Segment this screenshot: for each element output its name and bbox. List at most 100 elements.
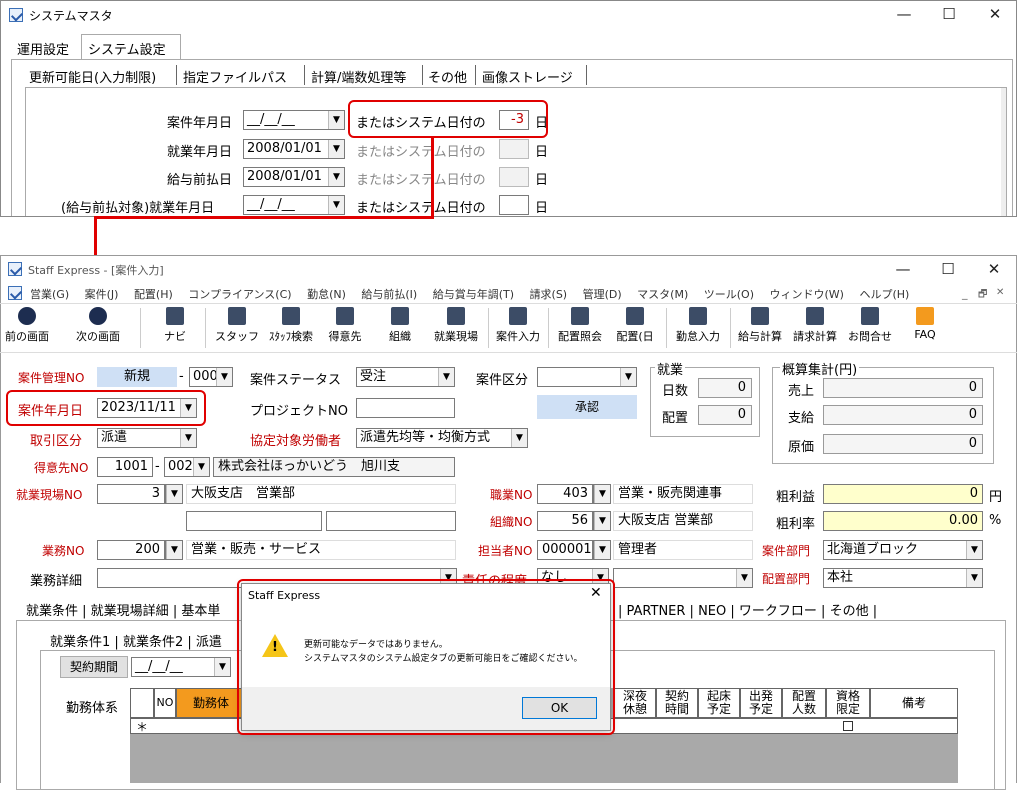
- billing-calc-button[interactable]: 請求計算: [789, 307, 841, 349]
- work-site-label: 就業現場: [434, 330, 478, 343]
- minimize-button[interactable]: —: [880, 256, 926, 284]
- subtab-calc[interactable]: 計算/端数処理等: [311, 67, 406, 86]
- site-dropdown[interactable]: ▼: [165, 484, 183, 504]
- work-site-button[interactable]: 就業現場: [428, 307, 484, 349]
- project-input[interactable]: [356, 398, 455, 418]
- case-date-select[interactable]: __/__/__ ▼: [243, 110, 345, 130]
- job-no-input[interactable]: 403: [537, 484, 593, 504]
- staff-no-input[interactable]: 000001: [537, 540, 593, 560]
- menu-attendance[interactable]: 勤怠(N): [307, 288, 346, 301]
- mdi-restore-button[interactable]: 🗗: [978, 287, 987, 304]
- case-branch-select[interactable]: 000 ▼: [189, 367, 233, 387]
- back-button[interactable]: 前の画面: [4, 307, 50, 349]
- menu-assign[interactable]: 配置(H): [134, 288, 173, 301]
- tab-employment-conditions[interactable]: 就業条件: [26, 604, 78, 619]
- tab-workflow[interactable]: ワークフロー: [739, 604, 817, 619]
- work-date-select[interactable]: 2008/01/01 ▼: [243, 139, 345, 159]
- case-entry-button[interactable]: 案件入力: [492, 307, 544, 349]
- work-no-input[interactable]: 200: [97, 540, 165, 560]
- chevron-down-icon: ▼: [594, 541, 610, 559]
- menu-billing[interactable]: 請求(S): [530, 288, 568, 301]
- trade-select[interactable]: 派遣 ▼: [97, 428, 197, 448]
- advance-work-date-offset-input[interactable]: [499, 195, 529, 215]
- case-no-field[interactable]: 新規: [97, 367, 177, 387]
- attendance-entry-button[interactable]: 勤怠入力: [672, 307, 724, 349]
- rate-unit: %: [989, 513, 1002, 528]
- work-date-offset-input[interactable]: [499, 139, 529, 159]
- staff-dropdown[interactable]: ▼: [593, 540, 611, 560]
- grid-header-night-break-label: 深夜休憩: [622, 689, 647, 716]
- minimize-button[interactable]: —: [881, 1, 927, 29]
- subtab-conditions-1[interactable]: 就業条件1: [50, 635, 110, 650]
- work-dropdown[interactable]: ▼: [165, 540, 183, 560]
- contract-period-button[interactable]: 契約期間: [60, 656, 128, 678]
- faq-button[interactable]: FAQ: [905, 307, 945, 349]
- assign-day-button[interactable]: 配置(日: [612, 307, 658, 349]
- subtab-file-path[interactable]: 指定ファイルパス: [183, 67, 287, 86]
- agree-select[interactable]: 派遣先均等・均衡方式 ▼: [356, 428, 528, 448]
- close-button[interactable]: ✕: [971, 256, 1017, 284]
- inquiry-button[interactable]: お問合せ: [844, 307, 896, 349]
- staff-button[interactable]: スタッフ: [215, 307, 259, 349]
- menu-help[interactable]: ヘルプ(H): [859, 288, 909, 301]
- mdi-close-button[interactable]: ✕: [996, 287, 1004, 298]
- job-dropdown[interactable]: ▼: [593, 484, 611, 504]
- contract-date-select[interactable]: __/__/__ ▼: [131, 657, 231, 677]
- navi-button[interactable]: ナビ: [155, 307, 195, 349]
- grid-header-remarks: 備考: [870, 688, 958, 718]
- client-no-input[interactable]: 1001: [97, 457, 153, 477]
- category-select[interactable]: ▼: [537, 367, 637, 387]
- grid-header-headcount: 配置人数: [782, 688, 826, 718]
- tab-operation-settings[interactable]: 運用設定: [17, 39, 69, 58]
- advance-date-select[interactable]: 2008/01/01 ▼: [243, 167, 345, 187]
- menu-payroll[interactable]: 給与賞与年調(T): [433, 288, 514, 301]
- tab-partner[interactable]: PARTNER: [627, 604, 686, 619]
- subtab-image-storage[interactable]: 画像ストレージ: [482, 67, 573, 86]
- chevron-down-icon: ▼: [166, 485, 182, 503]
- menu-master[interactable]: マスタ(M): [637, 288, 688, 301]
- maximize-button[interactable]: ☐: [925, 256, 971, 284]
- forward-button[interactable]: 次の画面: [70, 307, 126, 349]
- subtab-update-date[interactable]: 更新可能日(入力制限): [29, 67, 156, 86]
- tab-neo[interactable]: NEO: [698, 604, 726, 619]
- subtab-conditions-2[interactable]: 就業条件2: [123, 635, 183, 650]
- dash: -: [155, 459, 160, 474]
- payroll-calc-button[interactable]: 給与計算: [734, 307, 786, 349]
- client-button[interactable]: 得意先: [323, 307, 367, 349]
- scrollbar[interactable]: [1001, 88, 1006, 216]
- menu-window[interactable]: ウィンドウ(W): [770, 288, 844, 301]
- client-branch-select[interactable]: 002 ▼: [164, 457, 210, 477]
- tab-site-detail[interactable]: 就業現場詳細: [91, 604, 169, 619]
- close-button[interactable]: ✕: [972, 1, 1016, 29]
- site-no-input[interactable]: 3: [97, 484, 165, 504]
- menu-case[interactable]: 案件(J): [85, 288, 119, 301]
- subtab-dispatch[interactable]: 派遣: [196, 635, 222, 650]
- org-dropdown[interactable]: ▼: [593, 511, 611, 531]
- tab-other[interactable]: その他: [830, 604, 869, 619]
- resp-detail-select[interactable]: ▼: [613, 568, 753, 588]
- site-extra-field-2[interactable]: [326, 511, 456, 531]
- approve-button[interactable]: 承認: [537, 395, 637, 419]
- mdi-minimize-button[interactable]: _: [962, 287, 968, 300]
- place-select[interactable]: 本社 ▼: [823, 568, 983, 588]
- organization-button[interactable]: 組織: [380, 307, 420, 349]
- menu-compliance[interactable]: コンプライアンス(C): [188, 288, 291, 301]
- tab-system-settings[interactable]: システム設定: [81, 34, 181, 60]
- advance-work-date-select[interactable]: __/__/__ ▼: [243, 195, 345, 215]
- subtab-other[interactable]: その他: [428, 67, 467, 86]
- qualification-checkbox[interactable]: [843, 721, 853, 731]
- menu-tools[interactable]: ツール(O): [704, 288, 754, 301]
- tab-basic[interactable]: 基本単: [181, 604, 220, 619]
- menu-advance[interactable]: 給与前払(I): [361, 288, 417, 301]
- chevron-down-icon: ▼: [328, 111, 344, 129]
- site-extra-field-1[interactable]: [186, 511, 322, 531]
- org-no-input[interactable]: 56: [537, 511, 593, 531]
- staff-search-button[interactable]: ｽﾀｯﾌ検索: [263, 307, 319, 349]
- status-select[interactable]: 受注 ▼: [356, 367, 455, 387]
- maximize-button[interactable]: ☐: [926, 1, 972, 29]
- menu-admin[interactable]: 管理(D): [583, 288, 622, 301]
- assign-inquiry-button[interactable]: 配置照会: [554, 307, 606, 349]
- menu-sales[interactable]: 営業(G): [30, 288, 69, 301]
- dept-select[interactable]: 北海道ブロック ▼: [823, 540, 983, 560]
- advance-date-offset-input[interactable]: [499, 167, 529, 187]
